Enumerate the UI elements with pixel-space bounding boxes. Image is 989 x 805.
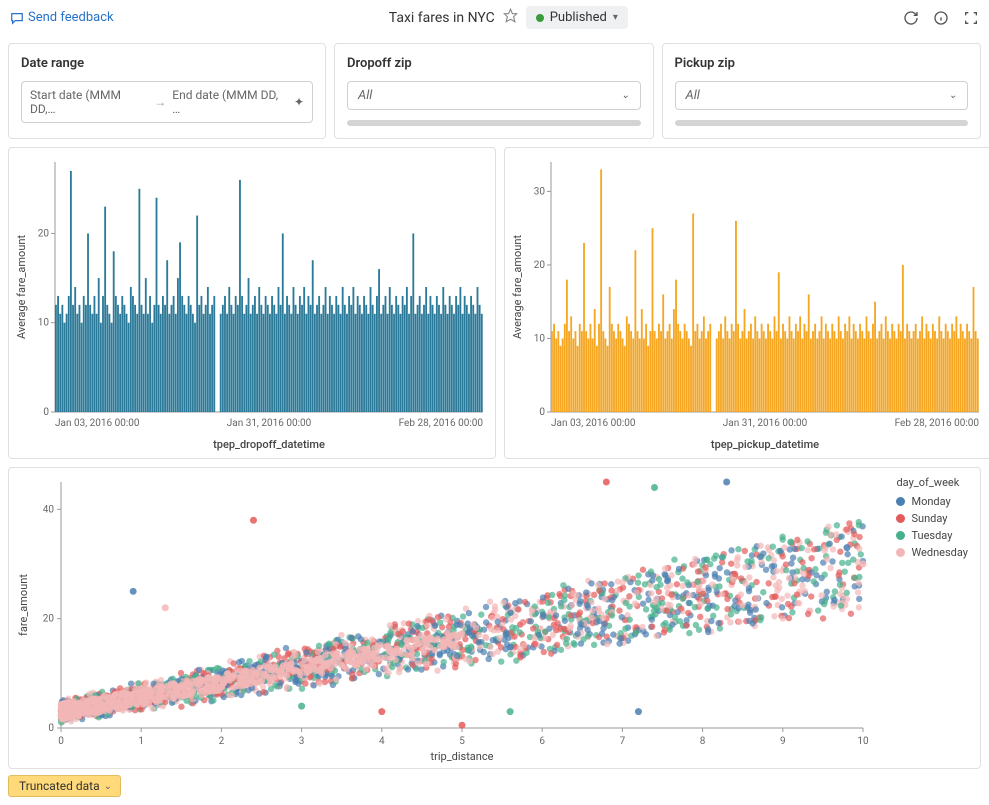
publish-status-label: Published [550, 10, 607, 25]
header-bar: Send feedback Taxi fares in NYC Publishe… [0, 0, 989, 35]
date-range-title: Date range [21, 56, 313, 71]
pickup-scrollbar[interactable] [675, 120, 969, 126]
legend-dot-icon [896, 497, 905, 506]
arrow-right-icon: → [154, 95, 166, 109]
date-range-card: Date range Start date (MMM DD,… → End da… [8, 43, 326, 139]
scatter-chart: 0 20 40 0 1 2 3 4 5 6 7 8 9 10 trip_distance fare_amoun… [13, 474, 973, 764]
svg-text:20: 20 [43, 614, 55, 625]
svg-text:5: 5 [459, 736, 465, 747]
pickup-zip-value: All [686, 88, 700, 103]
page-title: Taxi fares in NYC [389, 10, 495, 26]
star-icon[interactable] [503, 8, 518, 27]
svg-text:0: 0 [539, 407, 545, 418]
svg-text:Average fare_amount: Average fare_amount [511, 235, 524, 340]
legend-title: day_of_week [896, 476, 968, 489]
pickup-bar-chart: 0 10 20 30 Jan 03, 2016 00:00 Jan 31, 2016 00… [509, 154, 987, 454]
svg-text:Average fare_amount: Average fare_amount [15, 235, 28, 340]
sparkle-icon[interactable]: ✦ [294, 95, 304, 109]
bar-charts-row: 0 10 20 Jan 03, 2016 00:00 Jan 31, 2016 00:0… [0, 147, 989, 459]
dropoff-zip-title: Dropoff zip [347, 56, 641, 71]
svg-text:trip_distance: trip_distance [431, 750, 494, 763]
svg-text:10: 10 [534, 333, 546, 344]
svg-text:0: 0 [43, 407, 49, 418]
legend-dot-icon [896, 531, 905, 540]
send-feedback-link[interactable]: Send feedback [10, 10, 114, 25]
svg-text:2: 2 [219, 736, 225, 747]
svg-text:Feb 28, 2016 00:00: Feb 28, 2016 00:00 [399, 418, 484, 429]
refresh-icon[interactable] [903, 10, 919, 26]
svg-text:0: 0 [48, 723, 54, 734]
svg-text:1: 1 [138, 736, 144, 747]
chevron-down-icon: ▾ [613, 12, 618, 23]
publish-status-pill[interactable]: Published ▾ [526, 6, 628, 29]
svg-text:3: 3 [299, 736, 305, 747]
legend-dot-icon [896, 514, 905, 523]
svg-text:fare_amount: fare_amount [17, 574, 30, 636]
pickup-zip-select[interactable]: All ⌄ [675, 81, 969, 110]
pickup-chart-card: 0 10 20 30 Jan 03, 2016 00:00 Jan 31, 2016 00… [504, 147, 989, 459]
svg-text:20: 20 [38, 228, 50, 239]
legend-dot-icon [896, 548, 905, 557]
chevron-down-icon: ⌄ [949, 90, 957, 101]
truncated-label: Truncated data [19, 779, 100, 793]
dropoff-zip-select[interactable]: All ⌄ [347, 81, 641, 110]
info-icon[interactable] [933, 10, 949, 26]
comment-icon [10, 11, 24, 25]
dropoff-zip-value: All [358, 88, 372, 103]
svg-text:tpep_pickup_datetime: tpep_pickup_datetime [711, 438, 819, 451]
svg-text:4: 4 [379, 736, 385, 747]
legend-item-sunday[interactable]: Sunday [896, 512, 968, 525]
scatter-legend: day_of_week Monday Sunday Tuesday Wednes… [896, 476, 968, 563]
svg-text:10: 10 [857, 736, 869, 747]
legend-item-wednesday[interactable]: Wednesday [896, 546, 968, 559]
date-range-input[interactable]: Start date (MMM DD,… → End date (MMM DD,… [21, 81, 313, 123]
svg-text:20: 20 [534, 260, 546, 271]
svg-text:40: 40 [43, 504, 55, 515]
legend-item-tuesday[interactable]: Tuesday [896, 529, 968, 542]
svg-text:Jan 31, 2016 00:00: Jan 31, 2016 00:00 [227, 418, 312, 429]
legend-item-monday[interactable]: Monday [896, 495, 968, 508]
pickup-zip-title: Pickup zip [675, 56, 969, 71]
scatter-chart-card: day_of_week Monday Sunday Tuesday Wednes… [8, 467, 981, 769]
svg-text:6: 6 [539, 736, 545, 747]
svg-text:Jan 03, 2016 00:00: Jan 03, 2016 00:00 [551, 418, 636, 429]
svg-text:9: 9 [780, 736, 786, 747]
pickup-zip-card: Pickup zip All ⌄ [662, 43, 982, 139]
svg-text:Jan 03, 2016 00:00: Jan 03, 2016 00:00 [55, 418, 140, 429]
dropoff-chart-card: 0 10 20 Jan 03, 2016 00:00 Jan 31, 2016 00:0… [8, 147, 496, 459]
svg-text:7: 7 [620, 736, 626, 747]
dropoff-zip-card: Dropoff zip All ⌄ [334, 43, 654, 139]
chevron-down-icon: ⌄ [104, 781, 112, 792]
fullscreen-icon[interactable] [963, 10, 979, 26]
svg-text:Feb 28, 2016 00:00: Feb 28, 2016 00:00 [895, 418, 980, 429]
end-date-placeholder: End date (MMM DD, … [172, 88, 288, 116]
chevron-down-icon: ⌄ [621, 90, 629, 101]
truncated-data-pill[interactable]: Truncated data ⌄ [8, 775, 121, 797]
start-date-placeholder: Start date (MMM DD,… [30, 88, 148, 116]
send-feedback-label: Send feedback [28, 10, 114, 25]
svg-text:tpep_dropoff_datetime: tpep_dropoff_datetime [213, 438, 325, 451]
filters-row: Date range Start date (MMM DD,… → End da… [0, 35, 989, 147]
dropoff-scrollbar[interactable] [347, 120, 641, 126]
svg-text:Jan 31, 2016 00:00: Jan 31, 2016 00:00 [723, 418, 808, 429]
svg-text:8: 8 [700, 736, 706, 747]
dropoff-bar-chart: 0 10 20 Jan 03, 2016 00:00 Jan 31, 2016 00:0… [13, 154, 491, 454]
svg-text:0: 0 [58, 736, 64, 747]
status-dot-icon [536, 14, 544, 22]
svg-text:30: 30 [534, 186, 546, 197]
svg-text:10: 10 [38, 318, 50, 329]
